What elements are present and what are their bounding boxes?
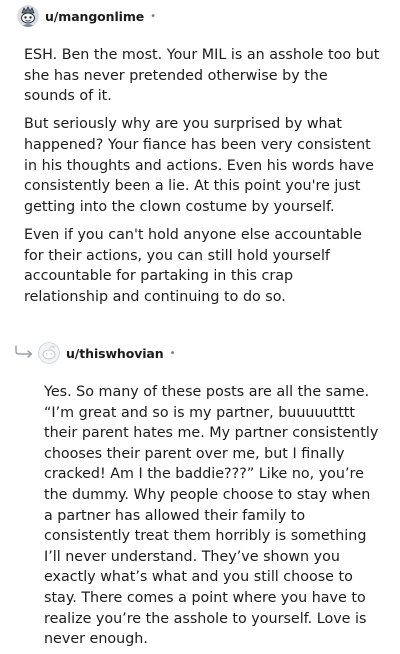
snoo-avatar-icon[interactable] [17,5,39,27]
separator-dot: • [150,10,157,22]
comment-username[interactable]: u/thiswhovian [66,346,164,361]
comment-body: ESH. Ben the most. Your MIL is an asshol… [24,45,380,307]
separator-dot: • [169,347,176,359]
default-avatar-icon[interactable] [38,342,60,364]
reply-arrow-icon [14,344,34,363]
comment-paragraph: ESH. Ben the most. Your MIL is an asshol… [24,47,380,105]
comment-paragraph: Even if you can't hold anyone else accou… [24,226,362,305]
comment-paragraph: Yes. So many of these posts are all the … [44,384,379,648]
comment-header: u/thiswhovian • [38,341,175,365]
comment-body: Yes. So many of these posts are all the … [44,382,380,650]
comment-username[interactable]: u/mangonlime [45,9,144,24]
comment-paragraph: But seriously why are you surprised by w… [24,116,374,215]
comment-header: u/mangonlime • [17,4,156,28]
